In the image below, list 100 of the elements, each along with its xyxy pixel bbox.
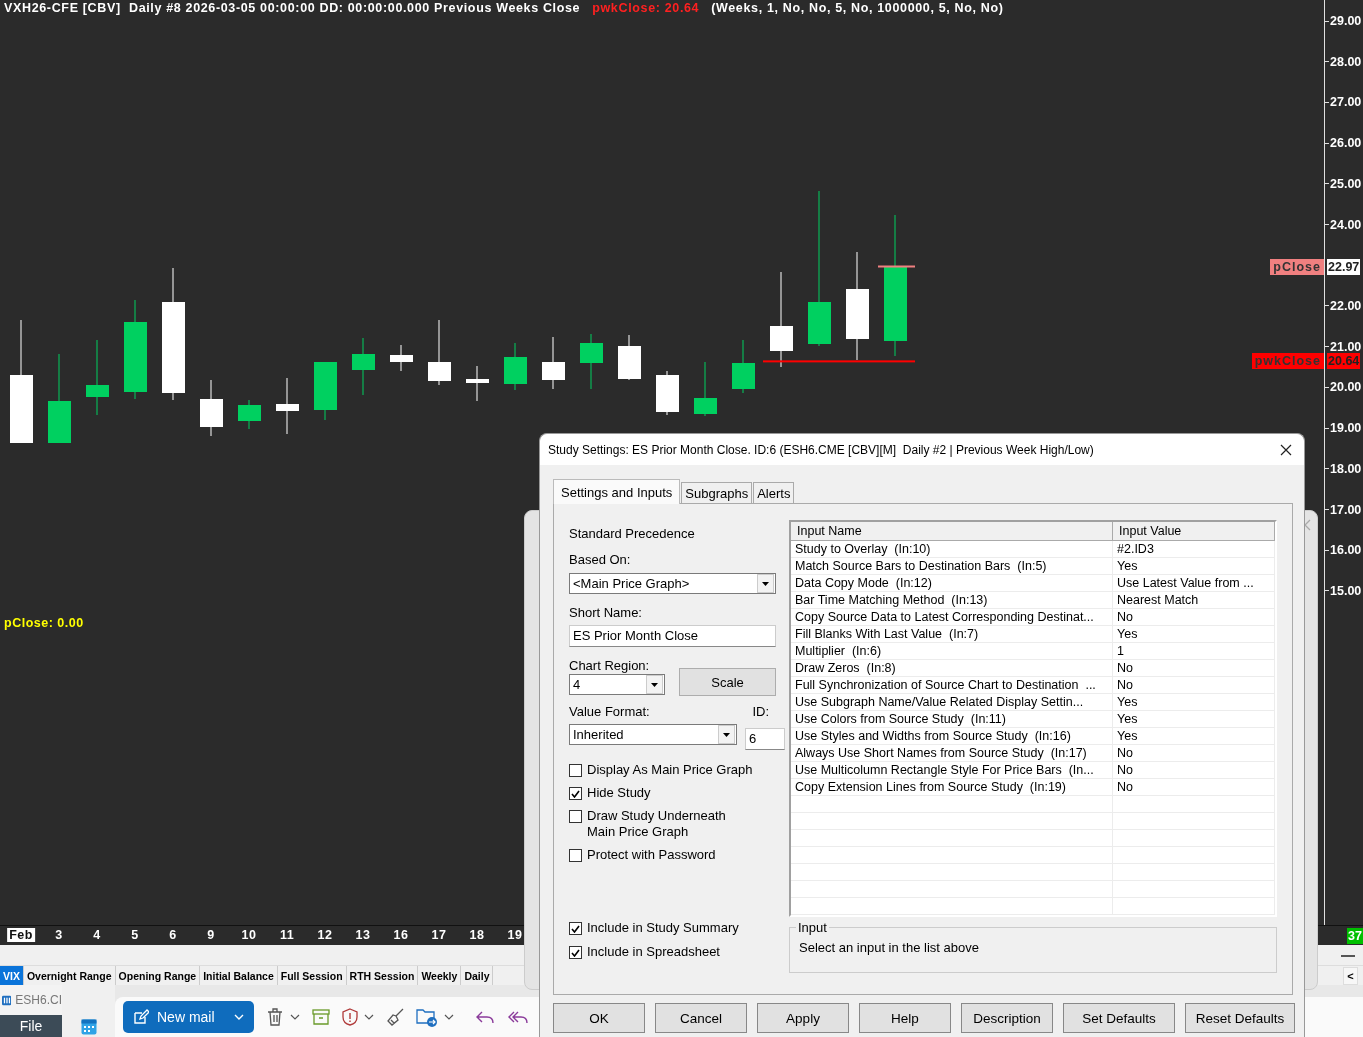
axis-label: 20.00: [1330, 380, 1362, 395]
table-cell[interactable]: Full Synchronization of Source Chart to Destination ...: [791, 677, 1113, 693]
checkbox-label: Display As Main Price Graph: [587, 762, 754, 778]
settings-tab[interactable]: Settings and Inputs: [553, 479, 681, 504]
caret-icon[interactable]: [290, 1014, 300, 1020]
marker-label: pClose: [1270, 258, 1324, 275]
trash-icon[interactable]: [266, 1007, 284, 1027]
table-cell[interactable]: Use Subgraph Name/Value Related Display Settin...: [791, 694, 1113, 710]
dropdown[interactable]: Inherited: [569, 724, 737, 745]
table-cell[interactable]: Yes: [1113, 626, 1275, 642]
table-cell[interactable]: Use Latest Value from ...: [1113, 575, 1275, 591]
caret-icon[interactable]: [364, 1014, 374, 1020]
settings-tab[interactable]: Alerts: [753, 482, 795, 503]
checkbox[interactable]: [569, 764, 582, 777]
axis-label: 5: [131, 928, 139, 942]
chart-title: VXH26-CFE [CBV] Daily #8 2026-03-05 00:00:00 DD: 00:00:00.000 Previous Weeks Close: [4, 1, 581, 15]
axis-label: 27.00: [1330, 95, 1362, 110]
dialog-button[interactable]: Set Defaults: [1063, 1003, 1175, 1033]
input-field[interactable]: ES Prior Month Close: [569, 625, 776, 647]
column-header[interactable]: Input Name: [791, 522, 1113, 540]
scroll-left-button[interactable]: <: [1343, 967, 1358, 985]
broom-icon[interactable]: [386, 1008, 404, 1026]
axis-label: 22.00: [1330, 299, 1362, 313]
table-cell[interactable]: Use Multicolumn Rectangle Style For Price Bars (In...: [791, 762, 1113, 778]
chartbook-tab[interactable]: Initial Balance: [200, 966, 278, 985]
table-cell[interactable]: Draw Zeros (In:8): [791, 660, 1113, 676]
table-cell[interactable]: Nearest Match: [1113, 592, 1275, 608]
axis-label: 25.00: [1330, 176, 1362, 191]
table-cell[interactable]: No: [1113, 609, 1275, 625]
table-cell[interactable]: No: [1113, 745, 1275, 761]
table-cell[interactable]: Yes: [1113, 558, 1275, 574]
scale-button[interactable]: Scale: [679, 668, 776, 696]
table-cell[interactable]: Copy Extension Lines from Source Study (In:19): [791, 779, 1113, 795]
table-cell[interactable]: Copy Source Data to Latest Corresponding Destinat...: [791, 609, 1113, 625]
minimize-icon: [1341, 954, 1355, 958]
table-cell[interactable]: Use Styles and Widths from Source Study (In:16): [791, 728, 1113, 744]
axis-label: 21.00: [1330, 339, 1362, 354]
table-cell[interactable]: Match Source Bars to Destination Bars (In:5): [791, 558, 1113, 574]
axis-label: 13: [355, 928, 371, 942]
candlestick: [238, 400, 261, 429]
table-cell[interactable]: Fill Blanks With Last Value (In:7): [791, 626, 1113, 642]
dialog-button[interactable]: Help: [859, 1003, 951, 1033]
dropdown[interactable]: 4: [569, 674, 665, 695]
dialog-button[interactable]: Description: [961, 1003, 1053, 1033]
table-cell[interactable]: No: [1113, 677, 1275, 693]
checkbox[interactable]: [569, 922, 582, 935]
caret-icon[interactable]: [444, 1014, 454, 1020]
table-cell[interactable]: Always Use Short Names from Source Study (In:17): [791, 745, 1113, 761]
checkbox[interactable]: [569, 787, 582, 800]
table-cell[interactable]: No: [1113, 779, 1275, 795]
dropdown[interactable]: <Main Price Graph>: [569, 573, 776, 594]
field-label: Value Format:: [569, 704, 650, 720]
table-cell[interactable]: Study to Overlay (In:10): [791, 541, 1113, 557]
candlestick: [580, 334, 603, 389]
table-cell[interactable]: Yes: [1113, 694, 1275, 710]
settings-tab[interactable]: Subgraphs: [681, 482, 753, 503]
reply-all-icon[interactable]: [508, 1010, 528, 1024]
checkbox-label: Include in Study Summary: [587, 920, 740, 936]
table-cell[interactable]: Yes: [1113, 728, 1275, 744]
calendar-icon[interactable]: [80, 1019, 97, 1035]
table-cell[interactable]: Yes: [1113, 711, 1275, 727]
candlestick: [352, 338, 375, 395]
caret-icon: [234, 1014, 244, 1020]
price-label: 20.64: [1327, 353, 1361, 370]
dialog-button[interactable]: Apply: [757, 1003, 849, 1033]
candlestick: [542, 337, 565, 389]
field-label: Based On:: [569, 552, 632, 568]
axis-label: 29.00: [1330, 14, 1362, 28]
chartbook-tab[interactable]: Weekly: [418, 966, 462, 985]
checkbox[interactable]: [569, 810, 582, 823]
input-field[interactable]: 6: [745, 728, 785, 750]
table-cell[interactable]: Use Colors from Source Study (In:11): [791, 711, 1113, 727]
table-cell[interactable]: Multiplier (In:6): [791, 643, 1113, 659]
reply-icon[interactable]: [476, 1010, 494, 1024]
axis-label: 10: [241, 928, 257, 942]
checkbox[interactable]: [569, 849, 582, 862]
table-cell[interactable]: Data Copy Mode (In:12): [791, 575, 1113, 591]
dropdown-arrow-icon: [762, 581, 769, 586]
table-cell[interactable]: Bar Time Matching Method (In:13): [791, 592, 1113, 608]
column-header[interactable]: Input Value: [1113, 522, 1275, 540]
shield-icon[interactable]: [342, 1008, 358, 1026]
archive-icon[interactable]: [312, 1009, 330, 1025]
folder-icon[interactable]: [416, 1007, 438, 1027]
new-mail-button[interactable]: New mail: [123, 1001, 254, 1033]
candlestick: [428, 320, 451, 385]
table-cell[interactable]: #2.ID3: [1113, 541, 1275, 557]
chartbook-tab[interactable]: VIX: [0, 966, 24, 985]
table-cell[interactable]: 1: [1113, 643, 1275, 659]
table-cell[interactable]: No: [1113, 660, 1275, 676]
group-label: Input: [796, 920, 829, 935]
axis-label: 19.00: [1330, 421, 1362, 436]
chartbook-tab[interactable]: Opening Range: [115, 966, 201, 985]
dialog-button[interactable]: Cancel: [655, 1003, 747, 1033]
dialog-button[interactable]: OK: [553, 1003, 645, 1033]
check-icon: [571, 789, 580, 798]
check-icon: [571, 948, 580, 957]
checkbox[interactable]: [569, 946, 582, 959]
table-cell[interactable]: No: [1113, 762, 1275, 778]
check-icon: [571, 924, 580, 933]
dialog-button[interactable]: Reset Defaults: [1185, 1003, 1295, 1033]
